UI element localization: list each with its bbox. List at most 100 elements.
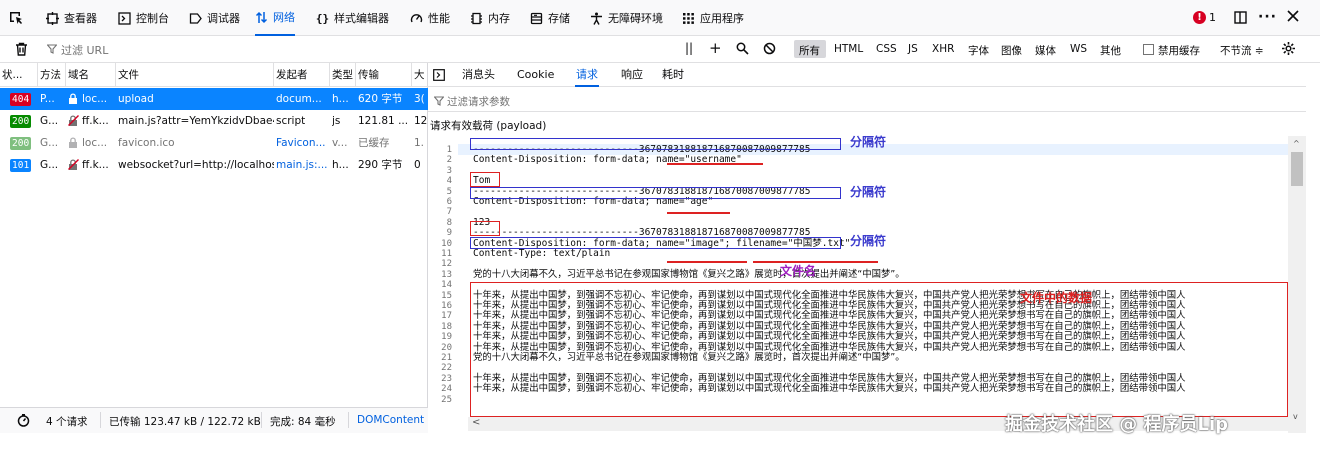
request-file: websocket?url=http://localhos	[118, 159, 274, 171]
pause-icon[interactable]: ||	[685, 41, 693, 55]
separator-box	[470, 138, 841, 150]
search-icon[interactable]	[736, 42, 749, 58]
table-row[interactable]: 101 G... ff.k... websocket?url=http://lo…	[0, 154, 428, 176]
error-icon[interactable]: !	[1193, 11, 1206, 24]
payload-section-header[interactable]: 请求有效载荷 (payload)	[428, 113, 1306, 135]
details-tab-timings[interactable]: 耗时	[662, 63, 684, 87]
table-row[interactable]: 200 G... ff.k... main.js?attr=YemYkzidvD…	[0, 110, 428, 132]
request-domain: loc...	[82, 137, 108, 149]
devtools-window: 查看器 控制台 调试器 网络 {} 样式编辑器 性能 内存 存储 无障碍环境 应…	[0, 0, 1320, 451]
tab-style-editor[interactable]: {} 样式编辑器	[316, 0, 389, 36]
line-number: 25	[441, 394, 452, 405]
pick-element-icon[interactable]	[8, 10, 24, 26]
filter-type-js[interactable]: JS	[908, 43, 918, 55]
tab-performance[interactable]: 性能	[410, 0, 450, 36]
request-domain: ff.k...	[82, 115, 109, 127]
filter-type-other[interactable]: 其他	[1100, 43, 1121, 58]
more-options-icon[interactable]: ···	[1258, 9, 1277, 25]
column-header-type[interactable]: 类型	[330, 63, 356, 87]
line-number: 13	[441, 269, 452, 280]
column-header-transferred[interactable]: 传输	[356, 63, 412, 87]
tab-label: 应用程序	[700, 12, 744, 25]
column-header-file[interactable]: 文件	[116, 63, 274, 87]
value-box	[470, 221, 500, 236]
request-initiator[interactable]: main.js:...	[276, 154, 330, 176]
filter-type-html[interactable]: HTML	[834, 43, 863, 55]
request-method: P...	[40, 93, 55, 105]
column-header-initiator[interactable]: 发起者	[274, 63, 330, 87]
column-header-domain[interactable]: 域名	[66, 63, 116, 87]
request-initiator[interactable]: Favicon...	[276, 132, 330, 154]
line-number: 20	[441, 342, 452, 353]
dock-icon[interactable]	[1233, 10, 1248, 28]
filter-type-fonts[interactable]: 字体	[968, 43, 989, 58]
tab-console[interactable]: 控制台	[118, 0, 169, 36]
table-row[interactable]: 404 P... loc... upload docum... h... 620…	[0, 88, 428, 110]
line-number: 15	[441, 290, 452, 301]
scrollbar-thumb[interactable]	[1291, 152, 1303, 186]
error-count: 1	[1209, 11, 1216, 24]
request-transferred: 290 字节	[358, 159, 403, 171]
scroll-left-icon[interactable]: <	[472, 417, 480, 428]
tab-label: 控制台	[136, 12, 169, 25]
add-icon[interactable]: +	[709, 39, 722, 57]
filter-type-media[interactable]: 媒体	[1035, 43, 1056, 58]
annotation-filename: 文件名	[780, 264, 817, 278]
field-name-underline	[667, 261, 747, 263]
scroll-down-icon[interactable]: v	[1293, 412, 1298, 421]
request-domain: loc...	[82, 93, 108, 105]
debugger-icon	[189, 12, 202, 25]
annotation-separator: 分隔符	[850, 234, 887, 248]
watermark: 掘金技术社区 @ 程序员Lip	[1005, 414, 1229, 435]
param-filter-input[interactable]: 过滤请求参数	[447, 94, 510, 109]
close-icon[interactable]	[1286, 9, 1300, 26]
request-transferred: 620 字节	[358, 93, 403, 105]
line-number: 16	[441, 301, 452, 311]
line-number: 11	[441, 249, 452, 259]
storage-icon	[530, 12, 543, 25]
tab-label: 存储	[548, 12, 570, 25]
filter-type-xhr[interactable]: XHR	[932, 43, 954, 55]
disable-cache-checkbox[interactable]	[1143, 44, 1154, 55]
line-number: 2	[446, 155, 452, 166]
column-header-size[interactable]: 大	[412, 63, 428, 87]
column-header-method[interactable]: 方法	[38, 63, 66, 87]
filter-type-css[interactable]: CSS	[876, 43, 897, 55]
url-filter-input[interactable]: 过滤 URL	[61, 42, 108, 58]
details-tab-cookie[interactable]: Cookie	[517, 63, 554, 87]
tab-label: 样式编辑器	[334, 12, 389, 25]
param-filter-bar: 过滤请求参数	[428, 88, 1306, 112]
table-row[interactable]: 200 G... loc... favicon.ico Favicon... v…	[0, 132, 428, 154]
tab-application[interactable]: 应用程序	[682, 0, 744, 36]
vertical-scrollbar[interactable]: ^ v	[1288, 136, 1306, 433]
tab-network[interactable]: 网络	[255, 0, 295, 36]
domcontent-time: DOMContent	[357, 414, 425, 426]
tab-memory[interactable]: 内存	[470, 0, 510, 36]
block-icon[interactable]	[763, 42, 776, 58]
filter-type-ws[interactable]: WS	[1070, 43, 1087, 55]
details-tab-headers[interactable]: 消息头	[462, 63, 495, 87]
column-header-status[interactable]: 状...	[0, 63, 38, 87]
request-initiator: script	[276, 115, 306, 127]
request-size: 0	[414, 159, 421, 171]
filter-icon	[46, 44, 58, 57]
tab-storage[interactable]: 存储	[530, 0, 570, 36]
annotation-file-data: 文件中的数据	[1020, 291, 1093, 305]
details-tab-request[interactable]: 请求	[575, 63, 599, 87]
application-icon	[682, 12, 695, 25]
tab-debugger[interactable]: 调试器	[189, 0, 240, 36]
filter-type-images[interactable]: 图像	[1001, 43, 1022, 58]
gear-icon[interactable]	[1281, 41, 1296, 59]
performance-analysis-icon[interactable]	[17, 414, 30, 430]
file-data-box	[470, 282, 1288, 417]
tab-accessibility[interactable]: 无障碍环境	[590, 0, 663, 36]
throttle-select[interactable]: 不节流 ≑	[1220, 43, 1264, 58]
line-number: 21	[441, 353, 452, 363]
details-tab-response[interactable]: 响应	[621, 63, 643, 87]
trash-icon[interactable]	[15, 42, 28, 59]
tab-inspector[interactable]: 查看器	[46, 0, 97, 36]
toggle-sidebar-icon[interactable]	[433, 69, 445, 84]
filter-type-all[interactable]: 所有	[799, 43, 820, 58]
lock-icon	[68, 88, 80, 110]
scroll-up-icon[interactable]: ^	[1293, 139, 1300, 148]
